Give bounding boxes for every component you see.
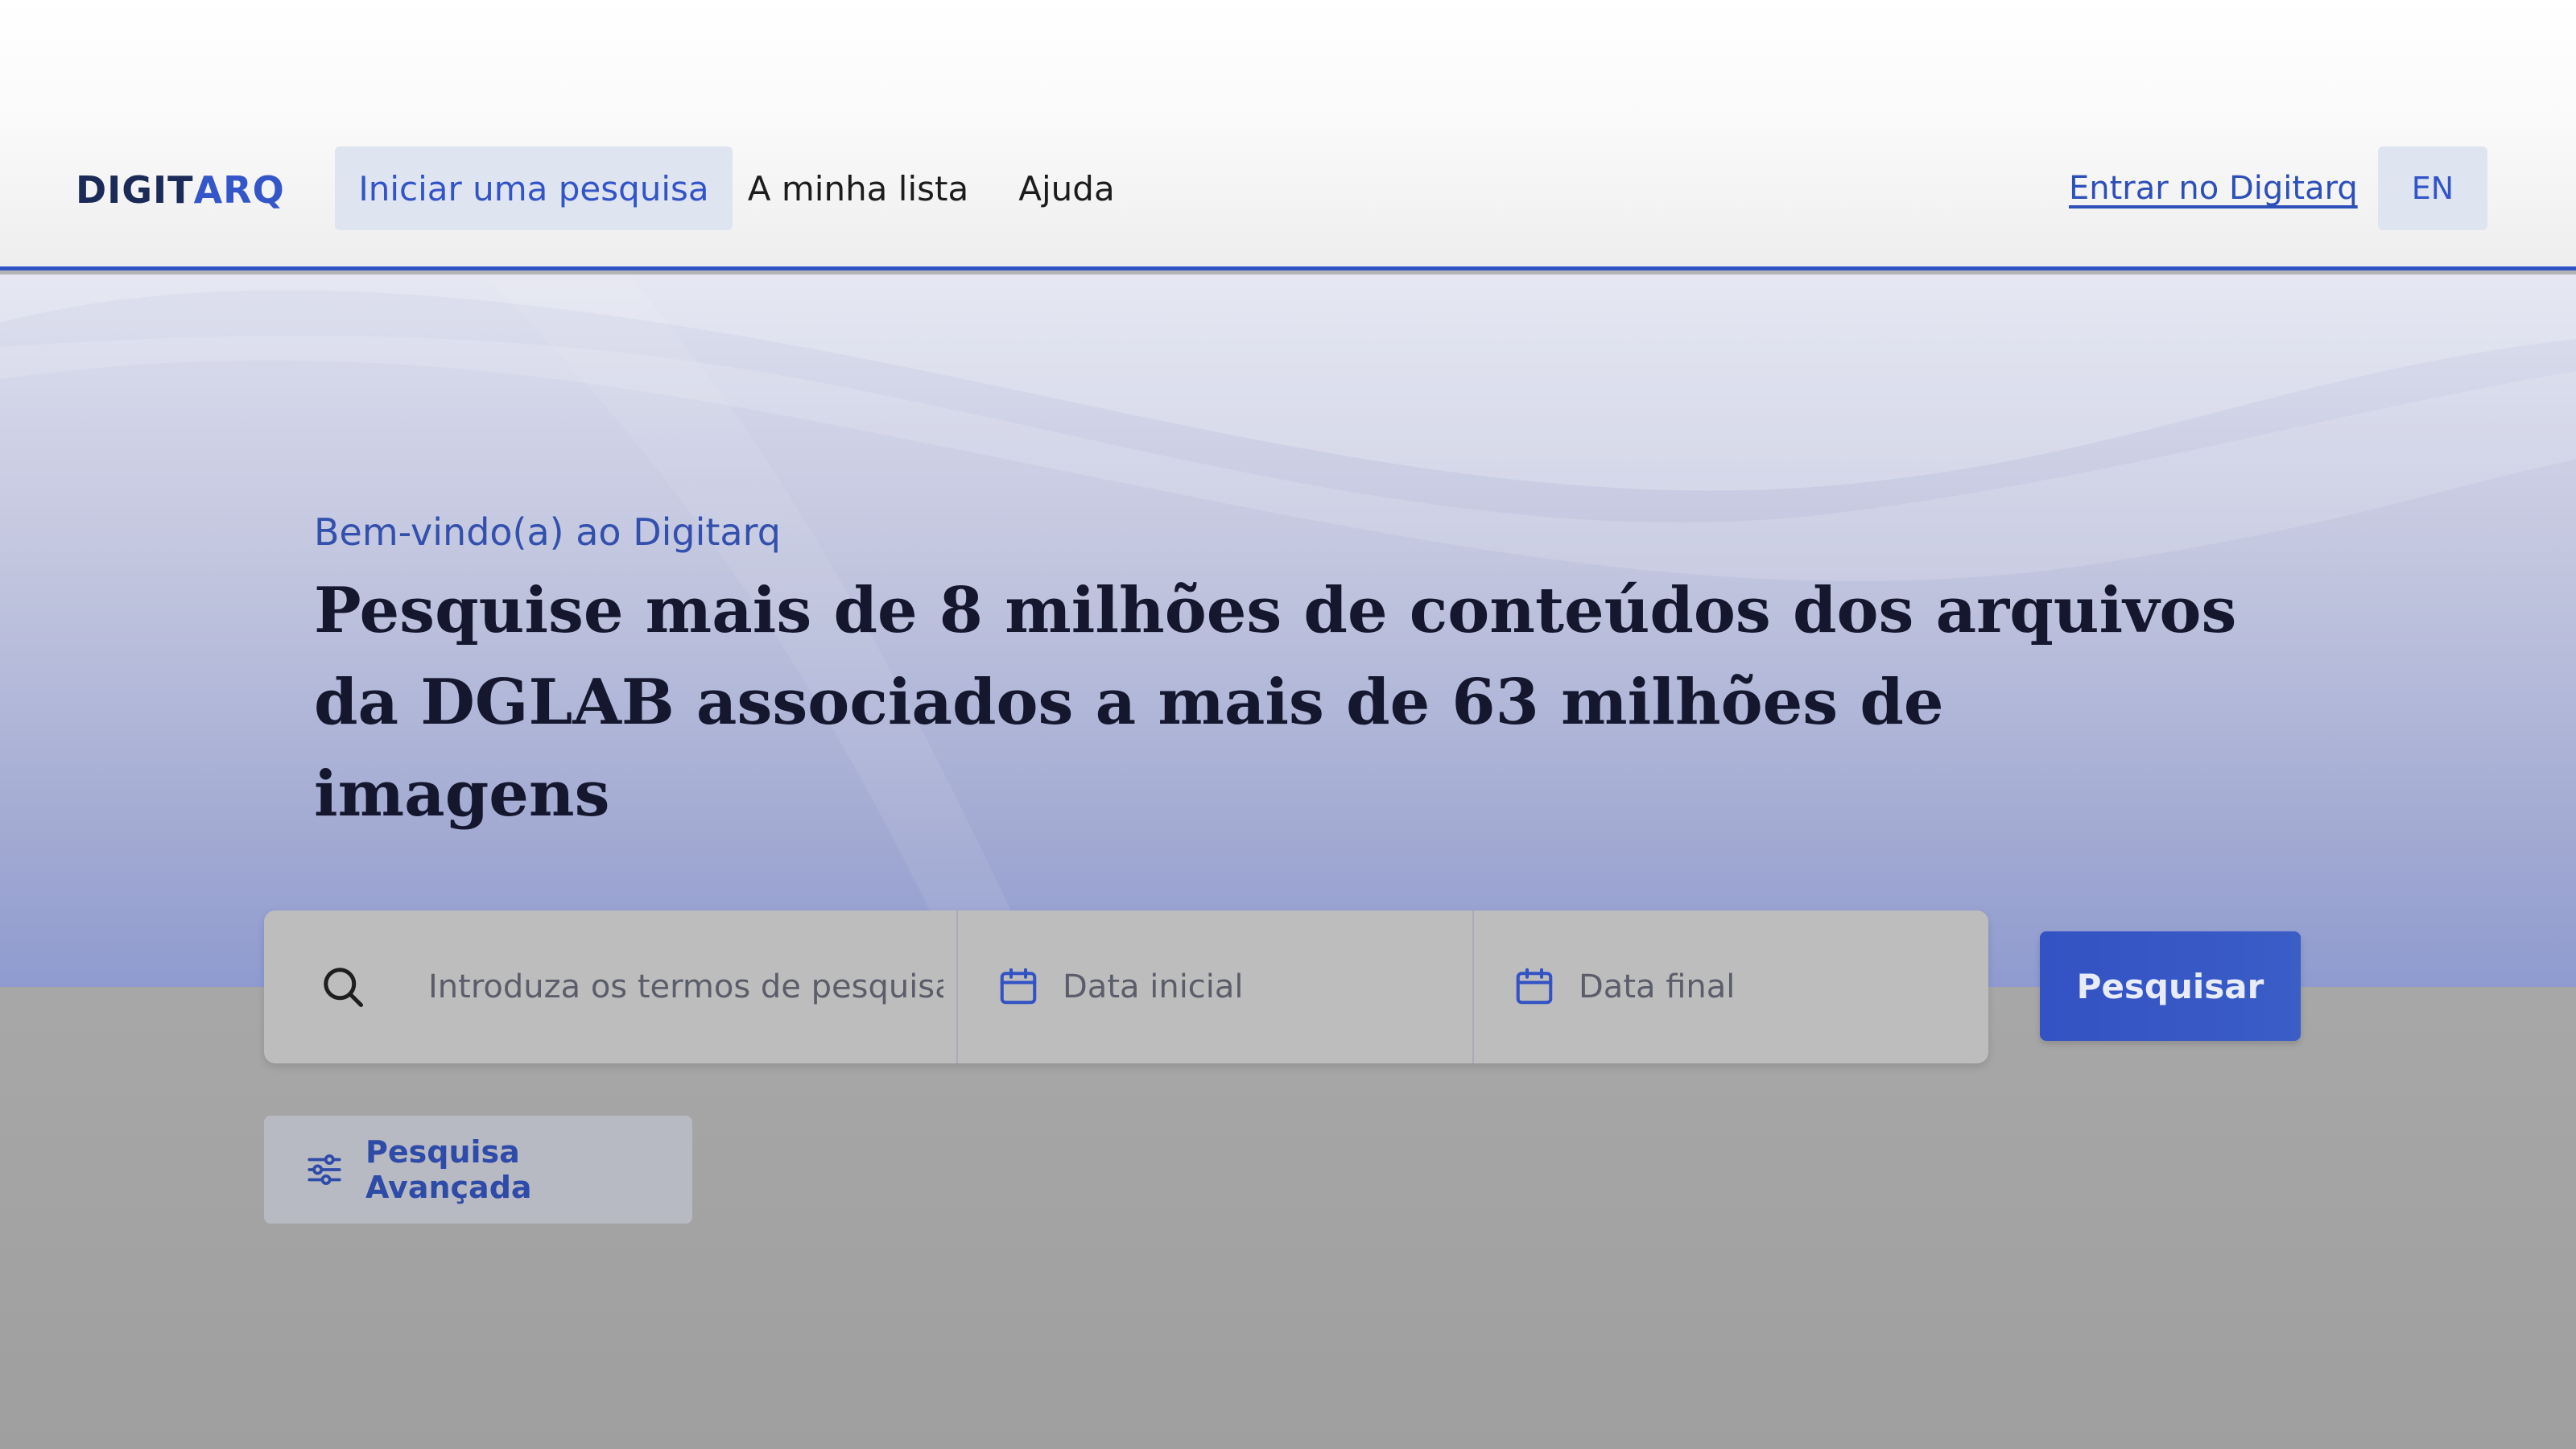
sliders-icon bbox=[308, 1154, 341, 1185]
hero-section: Bem-vindo(a) ao Digitarq Pesquise mais d… bbox=[0, 275, 2576, 987]
page-headline: Pesquise mais de 8 milhões de conteúdos … bbox=[314, 565, 2246, 840]
search-submit-button[interactable]: Pesquisar bbox=[2040, 931, 2301, 1041]
start-date-segment bbox=[956, 910, 1472, 1063]
welcome-text: Bem-vindo(a) ao Digitarq bbox=[314, 510, 781, 554]
advanced-search-label: Pesquisa Avançada bbox=[365, 1134, 532, 1205]
search-bar bbox=[264, 910, 1988, 1063]
site-header: DIGIT ARQ Iniciar uma pesquisa A minha li… bbox=[0, 0, 2576, 270]
digitarq-logo[interactable]: DIGIT ARQ bbox=[76, 167, 285, 213]
logo-text-part1: DIGIT bbox=[76, 168, 194, 212]
search-icon bbox=[324, 968, 363, 1007]
nav-item-help[interactable]: Ajuda bbox=[998, 147, 1135, 230]
logo-text-part2: ARQ bbox=[193, 168, 285, 212]
calendar-icon bbox=[1516, 968, 1553, 1005]
headline-line-2: da DGLAB associados a mais de 63 milhões… bbox=[314, 666, 1944, 831]
calendar-icon bbox=[1000, 968, 1037, 1005]
nav-item-start-search[interactable]: Iniciar uma pesquisa bbox=[335, 147, 733, 230]
end-date-input[interactable] bbox=[1579, 955, 1965, 1019]
end-date-segment bbox=[1472, 910, 1988, 1063]
headline-line-1: Pesquise mais de 8 milhões de conteúdos … bbox=[314, 574, 2237, 647]
search-query-segment bbox=[264, 910, 956, 1063]
language-toggle-button[interactable]: EN bbox=[2378, 147, 2487, 230]
advanced-search-button[interactable]: Pesquisa Avançada bbox=[264, 1116, 692, 1224]
login-link[interactable]: Entrar no Digitarq bbox=[2069, 166, 2358, 211]
start-date-input[interactable] bbox=[1063, 955, 1449, 1019]
nav-item-my-list[interactable]: A minha lista bbox=[741, 147, 976, 230]
search-input[interactable] bbox=[428, 955, 943, 1019]
